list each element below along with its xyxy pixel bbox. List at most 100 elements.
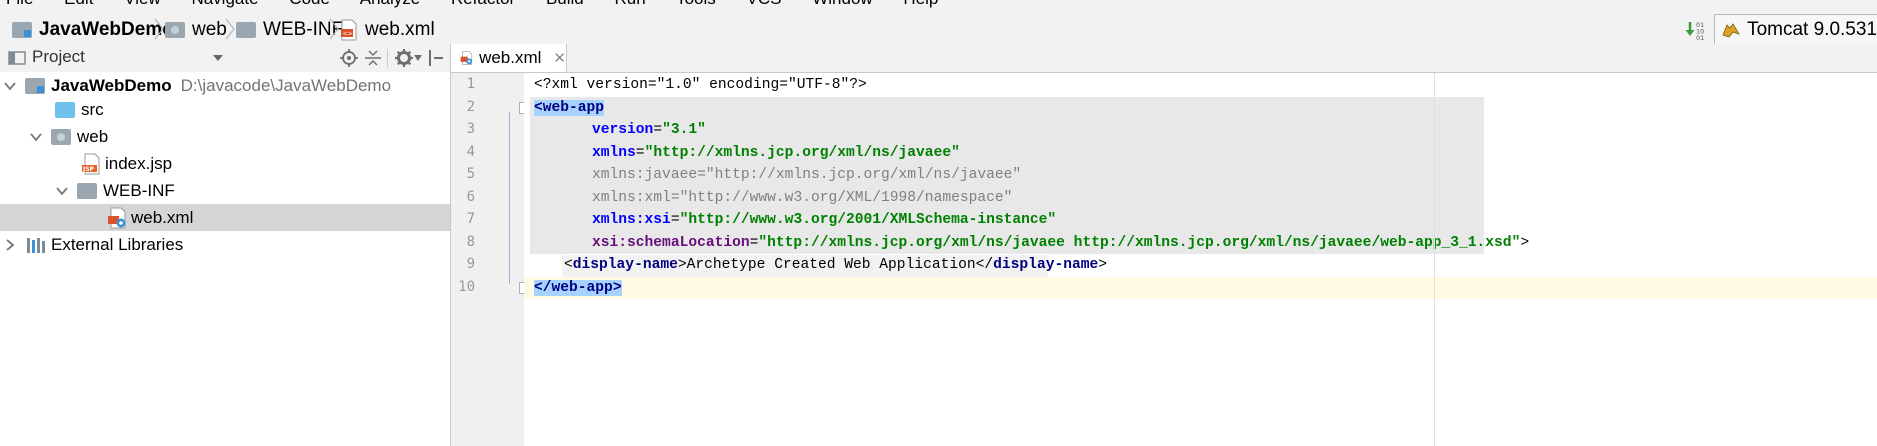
display-name-close-tag: display-name — [993, 257, 1099, 273]
attr-value: "3.1" — [662, 122, 706, 138]
right-margin-guide — [1434, 73, 1435, 446]
menu-tools[interactable]: Tools — [676, 0, 716, 8]
chevron-down-icon[interactable] — [213, 54, 223, 62]
chevron-down-icon[interactable] — [3, 79, 17, 93]
line-number: 1 — [466, 76, 475, 92]
code-line-10: </web-app> — [534, 277, 622, 299]
attr-value: "http://www.w3.org/2001/XMLSchema-instan… — [679, 212, 1057, 228]
tab-label: web.xml — [479, 48, 542, 67]
chevron-down-icon[interactable] — [414, 55, 422, 61]
jsp-file-icon: JSP — [82, 153, 100, 174]
code-line-8: xsi:schemaLocation="http://xmlns.jcp.org… — [592, 235, 1530, 251]
attr-name: xmlns:xsi — [592, 212, 671, 228]
svg-text:<>: <> — [343, 30, 353, 37]
breadcrumb-separator-icon — [329, 18, 339, 40]
menu-run[interactable]: Run — [614, 0, 645, 8]
line-number: 9 — [466, 256, 475, 272]
libraries-icon — [27, 237, 45, 253]
tree-item-index-jsp[interactable]: JSP index.jsp — [0, 150, 450, 177]
attr-value: "http://xmlns.jcp.org/xml/ns/javaee http… — [758, 235, 1521, 251]
tag-end: > — [1520, 235, 1530, 251]
menu-help[interactable]: Help — [903, 0, 938, 8]
line-number: 2 — [466, 99, 475, 115]
menu-window[interactable]: Window — [812, 0, 872, 8]
attr-name: xmlns:javaee — [592, 167, 698, 183]
menu-edit[interactable]: Edit — [64, 0, 93, 8]
svg-text:01: 01 — [1696, 34, 1704, 41]
code-line-4: xmlns="http://xmlns.jcp.org/xml/ns/javae… — [592, 145, 960, 161]
line-number: 6 — [466, 189, 475, 205]
line-number: 10 — [458, 279, 475, 295]
tree-item-web-xml[interactable]: web.xml — [0, 204, 450, 231]
tree-item-label: index.jsp — [105, 153, 173, 173]
project-panel-title[interactable]: Project — [32, 47, 85, 67]
line-number: 8 — [466, 234, 475, 250]
tree-item-label: web — [77, 126, 109, 146]
xml-file-icon: <> — [341, 19, 357, 40]
hide-panel-icon[interactable] — [428, 49, 444, 67]
menu-analyze[interactable]: Analyze — [360, 0, 420, 8]
menu-code[interactable]: Code — [289, 0, 330, 8]
collapse-all-icon[interactable] — [364, 49, 382, 67]
xml-config-file-icon — [108, 207, 126, 228]
attr-value: "http://xmlns.jcp.org/xml/ns/javaee" — [644, 145, 960, 161]
tree-item-src[interactable]: src — [0, 96, 450, 123]
tree-item-label: External Libraries — [51, 234, 184, 254]
tree-root-label: JavaWebDemo — [51, 75, 172, 95]
attr-name: xsi:schemaLocation — [592, 235, 750, 251]
code-line-1: <?xml version="1.0" encoding="UTF-8"?> — [534, 74, 867, 96]
attr-name: xmlns — [592, 145, 636, 161]
chevron-right-icon[interactable] — [3, 238, 17, 252]
tree-item-label: web.xml — [131, 207, 194, 227]
chevron-down-icon[interactable] — [29, 130, 43, 144]
xml-config-file-icon — [460, 51, 473, 65]
breadcrumb-separator-icon — [154, 18, 164, 40]
folder-icon — [236, 21, 256, 38]
run-config-selector[interactable]: Tomcat 9.0.531 — [1714, 13, 1877, 46]
line-number: 4 — [466, 144, 475, 160]
code-line-2: <web-app — [534, 97, 605, 119]
module-folder-icon — [25, 77, 45, 94]
menu-file[interactable]: File — [6, 0, 33, 8]
tomcat-icon — [1722, 22, 1740, 37]
tree-root-path: D:\javacode\JavaWebDemo — [180, 75, 392, 95]
breadcrumb-separator-icon — [225, 18, 235, 40]
build-sort-icon[interactable]: 01 10 01 — [1684, 19, 1706, 41]
svg-text:JSP: JSP — [82, 166, 95, 173]
locate-target-icon[interactable] — [340, 49, 358, 67]
web-app-close-tag: </web-app> — [534, 280, 622, 296]
web-app-open-tag: <web-app — [534, 100, 605, 116]
code-editor[interactable]: <?xml version="1.0" encoding="UTF-8"?> <… — [524, 73, 1877, 446]
display-name-open-tag: display-name — [572, 257, 678, 273]
tree-item-label: src — [81, 99, 104, 119]
attr-name: version — [592, 122, 654, 138]
attr-value: "http://www.w3.org/XML/1998/namespace" — [679, 190, 1013, 206]
gear-icon[interactable] — [394, 48, 414, 68]
current-line-highlight — [524, 277, 1877, 299]
tree-item-web[interactable]: web — [0, 123, 450, 150]
breadcrumb-web-label: web — [192, 18, 227, 40]
editor-tab-bar: web.xml ✕ — [451, 44, 1877, 73]
menu-navigate[interactable]: Navigate — [191, 0, 258, 8]
tree-item-web-inf[interactable]: WEB-INF — [0, 177, 450, 204]
web-folder-icon — [51, 128, 71, 145]
line-number: 3 — [466, 121, 475, 137]
code-line-7: xmlns:xsi="http://www.w3.org/2001/XMLSch… — [592, 212, 1057, 228]
menu-refactor[interactable]: Refactor — [451, 0, 515, 8]
menu-vcs[interactable]: VCS — [747, 0, 782, 8]
display-name-text: Archetype Created Web Application — [686, 257, 976, 273]
web-folder-icon — [165, 21, 185, 38]
tree-item-root[interactable]: JavaWebDemo D:\javacode\JavaWebDemo — [0, 72, 450, 99]
tab-web-xml[interactable]: web.xml ✕ — [451, 44, 567, 72]
fold-guide — [509, 112, 510, 284]
close-icon[interactable]: ✕ — [553, 49, 566, 67]
menu-build[interactable]: Build — [546, 0, 584, 8]
module-folder-icon — [12, 21, 32, 38]
code-line-5: xmlns:javaee="http://xmlns.jcp.org/xml/n… — [592, 167, 1022, 183]
editor-gutter: 1 2 3 4 5 6 7 8 9 10 — [451, 73, 531, 446]
chevron-down-icon[interactable] — [55, 184, 69, 198]
tree-item-external-libraries[interactable]: External Libraries — [0, 231, 450, 258]
attr-name: xmlns:xml — [592, 190, 671, 206]
menu-view[interactable]: View — [124, 0, 161, 8]
code-line-9: <display-name>Archetype Created Web Appl… — [564, 257, 1108, 273]
